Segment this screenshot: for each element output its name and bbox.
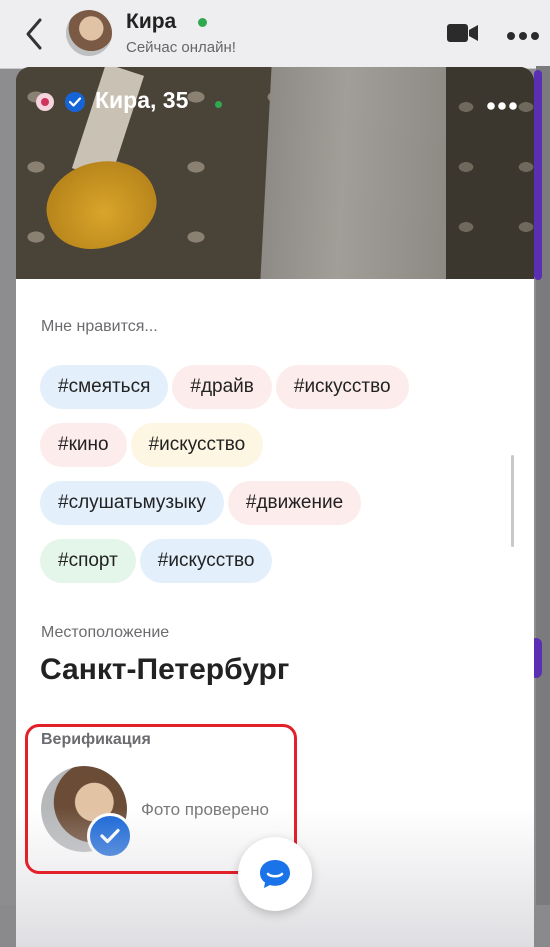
interests-label: Мне нравится... bbox=[41, 318, 158, 335]
interest-tag: #искусство bbox=[130, 423, 264, 467]
profile-title-bar: Кира, 35 bbox=[16, 67, 534, 137]
profile-name-age: Кира, 35 bbox=[95, 87, 189, 113]
profile-photo[interactable]: Кира, 35 bbox=[16, 67, 534, 279]
more-options-icon[interactable] bbox=[486, 98, 518, 116]
chat-header: Кира Сейчас онлайн! bbox=[0, 0, 550, 69]
interest-tag: #смеяться bbox=[40, 365, 169, 409]
verified-badge-icon bbox=[65, 92, 85, 112]
like-badge-icon bbox=[36, 93, 54, 111]
more-options-icon[interactable] bbox=[506, 28, 540, 46]
chat-bubble-icon bbox=[260, 860, 290, 888]
avatar[interactable] bbox=[66, 10, 112, 56]
location-label: Местоположение bbox=[41, 624, 170, 641]
chat-contact-name: Кира bbox=[126, 10, 177, 33]
video-call-icon[interactable] bbox=[446, 22, 480, 49]
scrollbar[interactable] bbox=[511, 455, 514, 547]
interest-tag: #искусство bbox=[275, 365, 409, 409]
background-message-bubble bbox=[534, 70, 542, 280]
message-button[interactable] bbox=[238, 837, 312, 911]
interest-tag: #движение bbox=[227, 481, 362, 525]
interest-tag: #драйв bbox=[172, 365, 272, 409]
interest-tag: #искусство bbox=[139, 539, 273, 583]
online-indicator bbox=[215, 101, 222, 108]
back-button[interactable] bbox=[18, 14, 50, 54]
interest-tags: #смеяться #драйв #искусство #кино #искусств… bbox=[40, 365, 500, 597]
location-value: Санкт-Петербург bbox=[40, 653, 290, 686]
online-indicator bbox=[198, 18, 207, 27]
chevron-left-icon bbox=[26, 18, 42, 50]
interest-tag: #кино bbox=[40, 423, 127, 467]
interest-tag: #спорт bbox=[40, 539, 136, 583]
interest-tag: #слушатьмузыку bbox=[40, 481, 224, 525]
chat-contact-status: Сейчас онлайн! bbox=[126, 39, 236, 56]
